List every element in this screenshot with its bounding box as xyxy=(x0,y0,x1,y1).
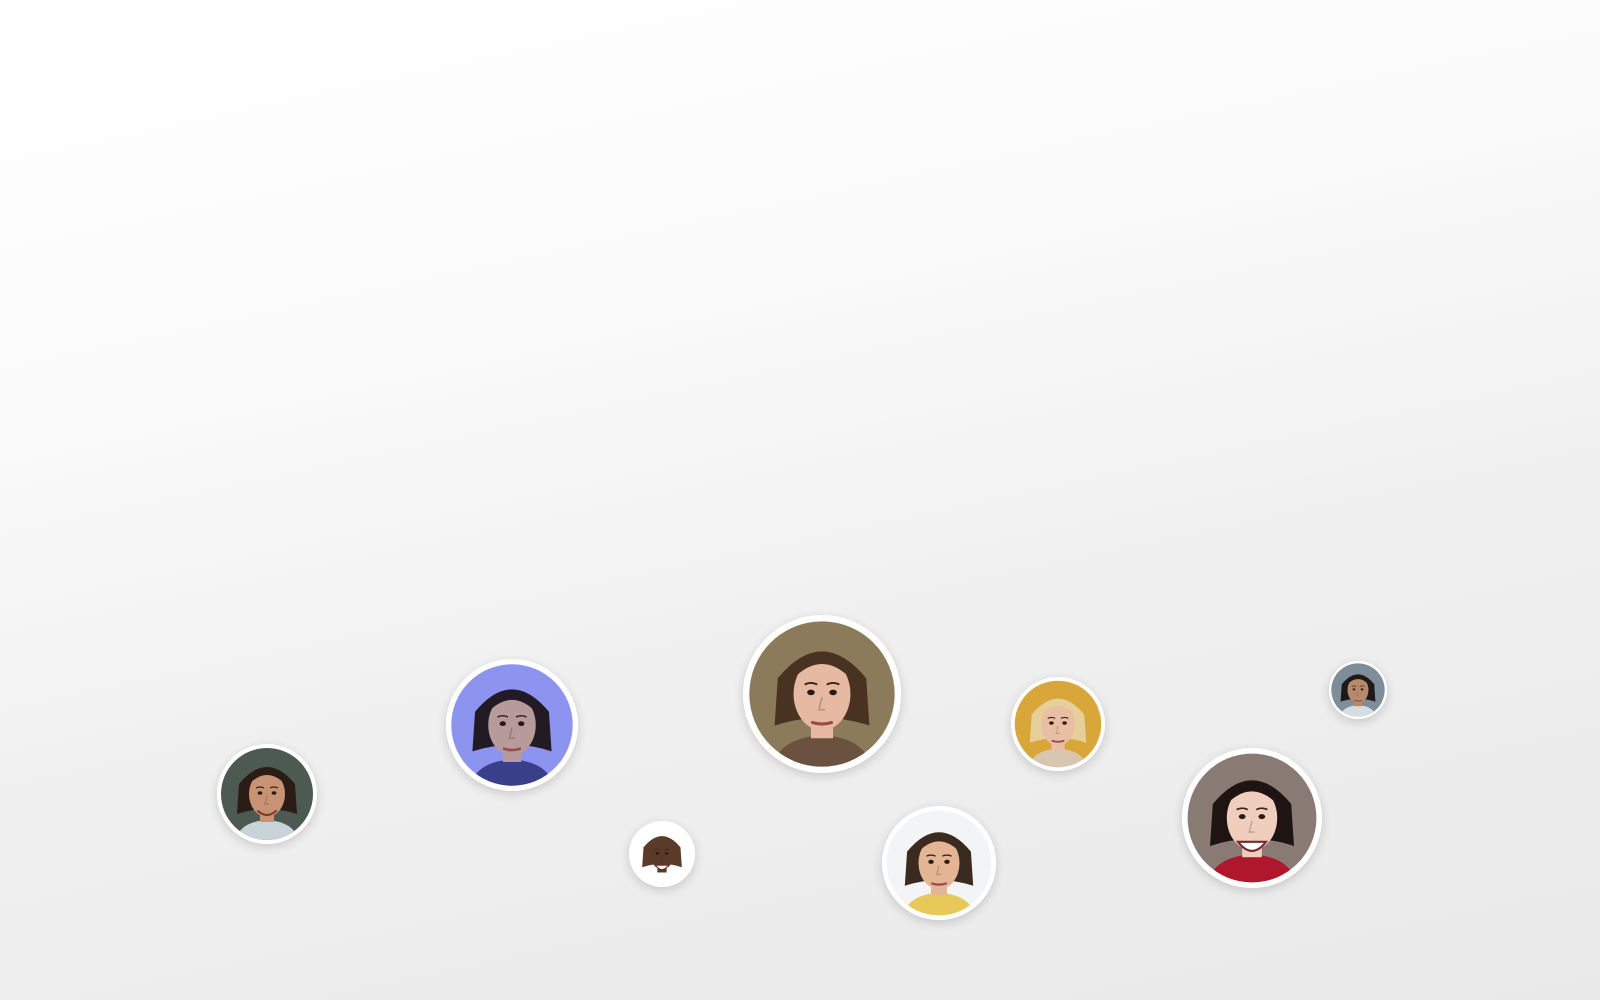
avatar-photo xyxy=(1182,748,1322,888)
avatar-man-small-grey-background[interactable] xyxy=(1329,661,1387,719)
avatar-woman-laughing-red-top[interactable] xyxy=(1182,748,1322,888)
avatar-man-laughing-bald[interactable] xyxy=(629,821,695,887)
avatar-woman-long-brown-hair[interactable] xyxy=(743,615,901,773)
avatar-photo xyxy=(446,659,578,791)
avatar-photo xyxy=(882,806,996,920)
avatar-photo xyxy=(629,821,695,887)
avatar-young-man-white-background[interactable] xyxy=(882,806,996,920)
avatar-woman-blue-light[interactable] xyxy=(446,659,578,791)
avatar-blonde-woman-yellow-background[interactable] xyxy=(1011,677,1105,771)
avatar-man-smiling-green-background[interactable] xyxy=(217,744,317,844)
avatar-photo xyxy=(1011,677,1105,771)
avatar-photo xyxy=(743,615,901,773)
avatar-photo xyxy=(217,744,317,844)
avatar-photo xyxy=(1329,661,1387,719)
